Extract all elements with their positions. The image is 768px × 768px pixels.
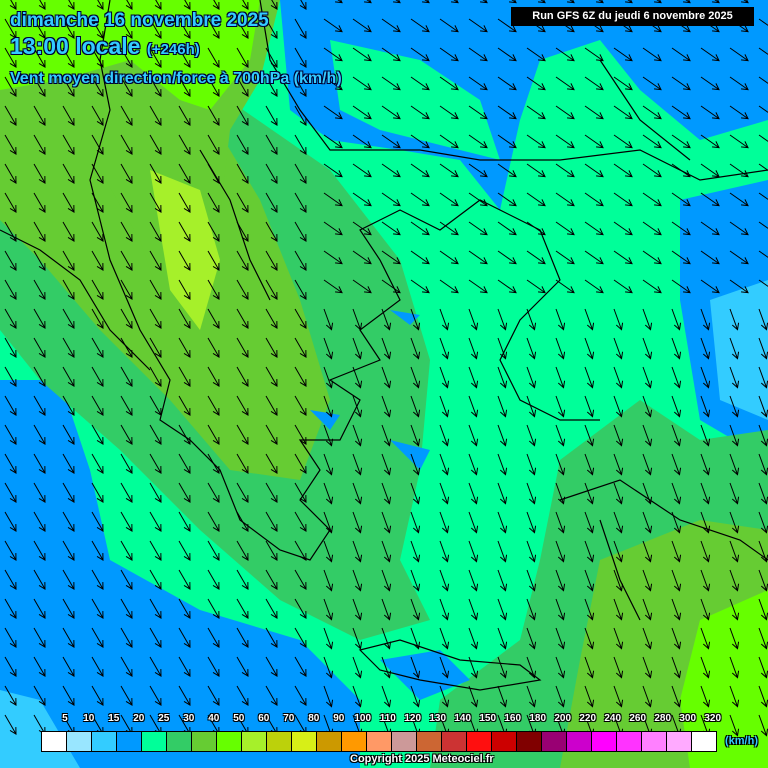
parameter-title: Vent moyen direction/force à 700hPa (km/… <box>10 70 342 87</box>
copyright: Copyright 2025 Meteociel.fr <box>350 753 494 765</box>
legend-label: 200 <box>554 713 572 724</box>
legend-swatch <box>92 732 117 751</box>
legend-swatch <box>292 732 317 751</box>
legend-label: 320 <box>704 713 722 724</box>
legend-label: 90 <box>333 713 345 724</box>
model-run-label: Run GFS 6Z du jeudi 6 novembre 2025 <box>511 7 754 26</box>
legend-label: 260 <box>629 713 647 724</box>
weather-map: dimanche 16 novembre 2025 13:00 locale (… <box>0 0 768 768</box>
legend-swatch <box>67 732 92 751</box>
legend-swatch <box>492 732 517 751</box>
legend-label: 40 <box>208 713 220 724</box>
legend-swatch <box>342 732 367 751</box>
legend-label: 80 <box>308 713 320 724</box>
legend-swatch <box>442 732 467 751</box>
legend-swatch <box>267 732 292 751</box>
wind-speed-fill <box>0 0 768 768</box>
legend-label: 180 <box>529 713 547 724</box>
legend-label: 60 <box>258 713 270 724</box>
legend-swatch <box>192 732 217 751</box>
legend-label: 25 <box>158 713 170 724</box>
legend-label: 50 <box>233 713 245 724</box>
wind-field-map <box>0 0 768 768</box>
legend-label: 300 <box>679 713 697 724</box>
legend-swatch <box>417 732 442 751</box>
legend-label: 110 <box>379 713 396 724</box>
legend-label: 160 <box>504 713 522 724</box>
forecast-time: 13:00 locale (+246h) <box>10 33 200 60</box>
legend-label: 30 <box>183 713 195 724</box>
legend-swatch <box>592 732 617 751</box>
lead-time: (+246h) <box>146 41 200 58</box>
legend-label: 220 <box>579 713 597 724</box>
legend-swatch <box>42 732 67 751</box>
legend-swatch <box>367 732 392 751</box>
legend-label: 140 <box>454 713 472 724</box>
legend-label: 280 <box>654 713 672 724</box>
legend-swatch <box>517 732 542 751</box>
legend-label: 240 <box>604 713 622 724</box>
legend-label: 15 <box>108 713 120 724</box>
legend-swatch <box>567 732 592 751</box>
legend-label: 20 <box>133 713 145 724</box>
forecast-date: dimanche 16 novembre 2025 <box>10 10 269 31</box>
legend-label: 10 <box>83 713 95 724</box>
legend-label: 100 <box>354 713 372 724</box>
legend-swatch <box>692 732 716 751</box>
legend-swatch <box>117 732 142 751</box>
legend-swatch <box>167 732 192 751</box>
legend-swatch <box>467 732 492 751</box>
color-scale-legend <box>41 731 717 752</box>
legend-swatch <box>617 732 642 751</box>
legend-swatch <box>542 732 567 751</box>
legend-label: 120 <box>404 713 422 724</box>
legend-label: 150 <box>479 713 497 724</box>
legend-label: 5 <box>62 713 68 724</box>
legend-swatch <box>242 732 267 751</box>
legend-label: 130 <box>429 713 447 724</box>
legend-unit: (km/h) <box>725 735 758 747</box>
legend-swatch <box>642 732 667 751</box>
legend-swatch <box>217 732 242 751</box>
legend-swatch <box>317 732 342 751</box>
legend-swatch <box>142 732 167 751</box>
legend-swatch <box>667 732 692 751</box>
legend-label: 70 <box>283 713 295 724</box>
legend-swatch <box>392 732 417 751</box>
local-time: 13:00 locale <box>10 33 141 59</box>
